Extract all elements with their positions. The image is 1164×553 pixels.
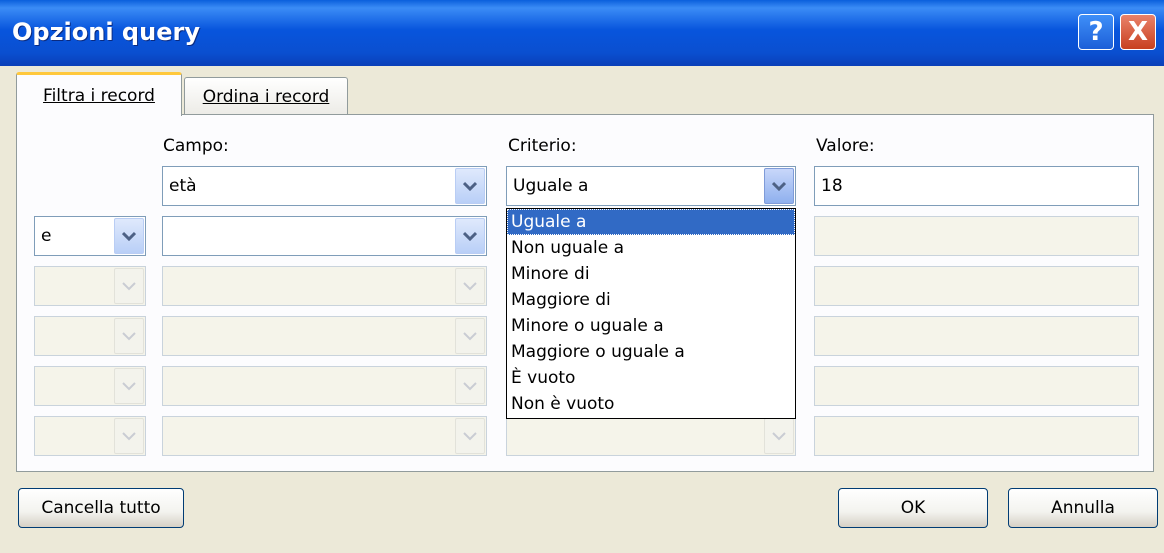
chevron-down-icon	[455, 318, 485, 354]
ok-label: OK	[900, 498, 926, 518]
value-input-row2	[814, 216, 1139, 256]
chevron-down-icon	[455, 418, 485, 454]
dropdown-option[interactable]: Non è vuoto	[507, 391, 795, 417]
window-title: Opzioni query	[12, 18, 200, 46]
field-select-row6	[162, 416, 487, 456]
chevron-down-icon	[114, 418, 144, 454]
clear-all-label: Cancella tutto	[41, 498, 161, 518]
tab-filter-records[interactable]: Filtra i record	[16, 72, 182, 116]
connector-select-row3	[34, 266, 146, 306]
chevron-down-icon[interactable]	[455, 168, 485, 204]
criterion-select-value: Uguale a	[513, 176, 589, 196]
dropdown-option[interactable]: Minore o uguale a	[507, 313, 795, 339]
dropdown-option[interactable]: Minore di	[507, 261, 795, 287]
criterion-select-row1[interactable]: Uguale a	[506, 166, 796, 206]
tab-sort-records-label: Ordina i record	[202, 86, 330, 107]
value-input-row1[interactable]: 18	[814, 166, 1139, 206]
connector-select-row4	[34, 316, 146, 356]
value-input-row3	[814, 266, 1139, 306]
ok-button[interactable]: OK	[838, 488, 988, 528]
tab-sort-records[interactable]: Ordina i record	[184, 77, 348, 115]
value-input-row6	[814, 416, 1139, 456]
chevron-down-icon	[114, 268, 144, 304]
help-button[interactable]: ?	[1078, 14, 1114, 50]
dropdown-option[interactable]: Maggiore o uguale a	[507, 339, 795, 365]
field-header: Campo:	[163, 136, 229, 156]
close-icon: X	[1127, 17, 1149, 47]
value-header: Valore:	[816, 136, 875, 156]
chevron-down-icon	[114, 368, 144, 404]
help-icon: ?	[1088, 17, 1104, 47]
chevron-down-icon[interactable]	[455, 218, 485, 254]
field-select-row1[interactable]: età	[162, 166, 487, 206]
connector-select-row5	[34, 366, 146, 406]
criterion-header: Criterio:	[508, 136, 577, 156]
field-select-value: età	[169, 176, 197, 196]
chevron-down-icon[interactable]	[764, 168, 794, 204]
query-options-dialog: Opzioni query ? X Ordina i record Filtra…	[0, 0, 1164, 553]
chevron-down-icon	[455, 368, 485, 404]
criterion-select-row6	[506, 416, 796, 456]
connector-select-value: e	[41, 226, 52, 246]
dropdown-option[interactable]: È vuoto	[507, 365, 795, 391]
cancel-button[interactable]: Annulla	[1008, 488, 1158, 528]
dropdown-option[interactable]: Maggiore di	[507, 287, 795, 313]
title-bar[interactable]: Opzioni query ? X	[0, 0, 1164, 66]
value-input-row4	[814, 316, 1139, 356]
chevron-down-icon	[764, 418, 794, 454]
field-select-row2[interactable]	[162, 216, 487, 256]
field-select-row3	[162, 266, 487, 306]
field-select-row5	[162, 366, 487, 406]
value-input-row5	[814, 366, 1139, 406]
close-button[interactable]: X	[1120, 14, 1156, 50]
value-input-text: 18	[821, 176, 843, 196]
chevron-down-icon	[455, 268, 485, 304]
criterion-dropdown-list: Uguale a Non uguale a Minore di Maggiore…	[506, 208, 796, 419]
field-select-row4	[162, 316, 487, 356]
dropdown-option[interactable]: Uguale a	[507, 209, 795, 235]
dropdown-option[interactable]: Non uguale a	[507, 235, 795, 261]
connector-select-row2[interactable]: e	[34, 216, 146, 256]
chevron-down-icon	[114, 318, 144, 354]
tab-filter-records-label: Filtra i record	[43, 85, 155, 106]
chevron-down-icon[interactable]	[114, 218, 144, 254]
connector-select-row6	[34, 416, 146, 456]
clear-all-button[interactable]: Cancella tutto	[18, 488, 184, 528]
cancel-label: Annulla	[1051, 498, 1115, 518]
